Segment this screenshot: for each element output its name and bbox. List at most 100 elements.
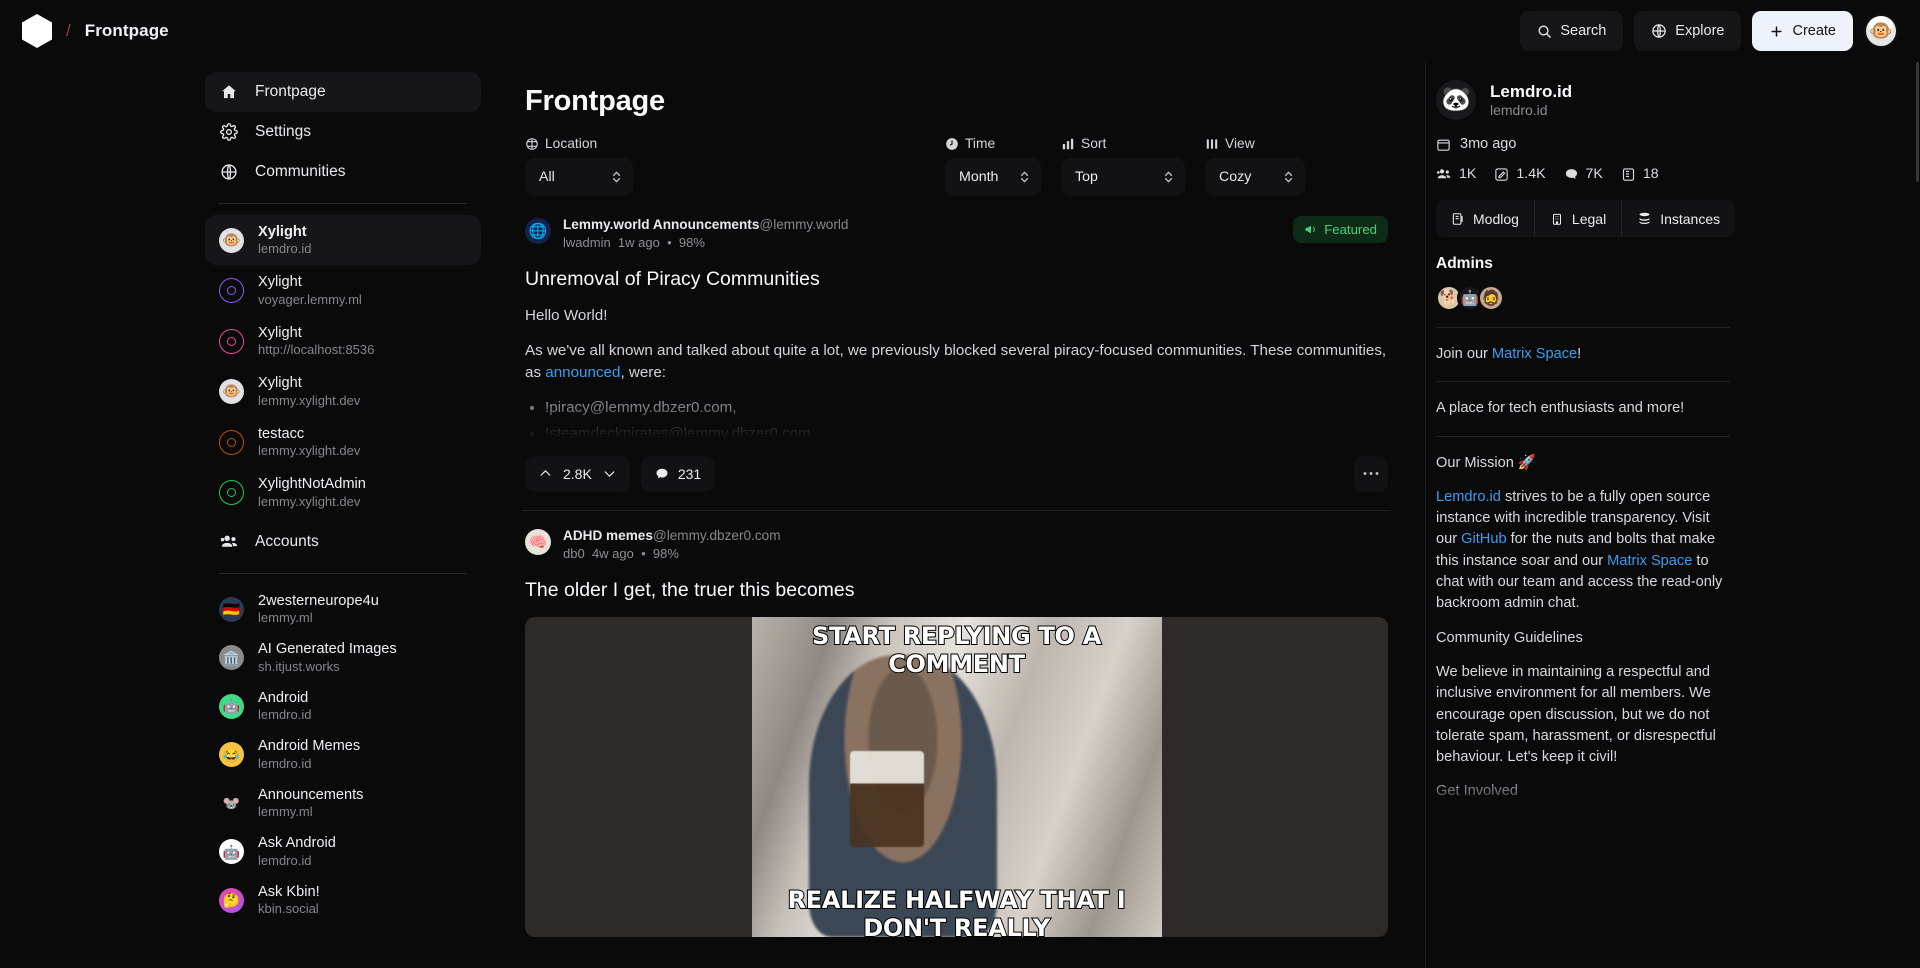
modlog-label: Modlog (1473, 210, 1519, 227)
sidebar-account-xylight-lemdroid[interactable]: 🐵 Xylight lemdro.id (205, 215, 481, 266)
comments-button[interactable]: 231 (640, 455, 716, 492)
sidebar-account-xylight-localhost[interactable]: Xylight http://localhost:8536 (205, 316, 481, 366)
post-more-button[interactable] (1354, 455, 1388, 492)
create-button-label: Create (1792, 23, 1836, 39)
instance-stats: 1K 1.4K 7K 18 (1436, 166, 1730, 182)
matrix-text-b: ! (1577, 346, 1582, 362)
sidebar-account-xylight-xylightdev[interactable]: 🐵 Xylight lemmy.xylight.dev (205, 366, 481, 416)
post-separator (522, 509, 1391, 511)
create-button[interactable]: Create (1752, 11, 1853, 51)
explore-button[interactable]: Explore (1634, 11, 1742, 51)
community-instance: lemmy.ml (258, 804, 313, 820)
time-select[interactable]: Month (945, 158, 1041, 196)
post-community-name[interactable]: Lemmy.world Announcements (563, 217, 759, 232)
post-card[interactable]: 🌐 Lemmy.world Announcements@lemmy.world … (522, 216, 1391, 492)
community-avatar: 🤖 (219, 839, 244, 865)
post-image[interactable]: START REPLYING TO A COMMENT REALIZE HALF… (525, 616, 1388, 937)
post-community-avatar-emoji: 🌐 (528, 223, 548, 240)
filter-location-head: Location (525, 136, 945, 151)
matrix-text-a: Join our (1436, 346, 1492, 362)
modlog-button[interactable]: Modlog (1436, 200, 1535, 237)
community-avatar-emoji: 🤖 (222, 843, 241, 860)
ellipsis-icon (1363, 471, 1379, 476)
filter-bar: Location All Time Month Sort Top View Co… (522, 136, 1391, 196)
matrix-space-link-2[interactable]: Matrix Space (1607, 553, 1692, 569)
view-select[interactable]: Cozy (1205, 158, 1305, 196)
announced-link[interactable]: announced (545, 364, 620, 381)
featured-badge-label: Featured (1324, 222, 1377, 237)
instances-label: Instances (1660, 210, 1721, 227)
location-select[interactable]: All (525, 158, 633, 196)
sidebar-account-xylightnotadmin[interactable]: XylightNotAdmin lemmy.xylight.dev (205, 467, 481, 517)
account-text: Xylight lemdro.id (258, 223, 311, 257)
post-community-name[interactable]: ADHD memes (563, 528, 653, 543)
sort-select[interactable]: Top (1061, 158, 1185, 196)
post-card[interactable]: 🧠 ADHD memes@lemmy.dbzer0.com db0 4w ago… (522, 527, 1391, 937)
left-sidebar: Frontpage Settings Communities 🐵 Xylight… (0, 62, 505, 968)
sidebar-community-android-memes[interactable]: 😂 Android Memes lemdro.id (205, 730, 481, 778)
sidebar-community-ask-android[interactable]: 🤖 Ask Android lemdro.id (205, 827, 481, 875)
post-community-avatar[interactable]: 🧠 (525, 528, 551, 555)
community-instance: sh.itjust.works (258, 658, 340, 674)
admin-avatar[interactable]: 🧔 (1478, 285, 1504, 311)
sidebar-community-ai-generated-images[interactable]: 🏛️ AI Generated Images sh.itjust.works (205, 633, 481, 681)
filter-sort: Sort Top (1061, 136, 1185, 196)
sidebar-community-announcements[interactable]: 🐭 Announcements lemmy.ml (205, 779, 481, 827)
post-community-avatar[interactable]: 🌐 (525, 218, 551, 244)
community-name: Android (258, 689, 309, 706)
community-avatar: 😂 (219, 742, 244, 768)
post-author[interactable]: db0 (563, 546, 585, 561)
avatar[interactable]: 🐵 (1864, 14, 1898, 48)
breadcrumb-title: Frontpage (84, 21, 169, 40)
sidebar-item-communities[interactable]: Communities (205, 152, 481, 192)
community-avatar-emoji: 🤔 (222, 892, 241, 909)
hexagon-logo-icon[interactable] (22, 14, 52, 48)
explore-button-label: Explore (1675, 23, 1725, 39)
community-text: Announcements lemmy.ml (258, 786, 363, 820)
community-avatar: 🤖 (219, 693, 244, 719)
sidebar-item-settings[interactable]: Settings (205, 112, 481, 152)
community-avatar: 🇩🇪 (219, 596, 244, 622)
lemdroid-link[interactable]: Lemdro.id (1436, 489, 1501, 505)
github-link[interactable]: GitHub (1461, 531, 1506, 547)
home-icon (219, 82, 239, 102)
account-text: Xylight voyager.lemmy.ml (258, 273, 362, 307)
sidebar-account-xylight-voyager[interactable]: Xylight voyager.lemmy.ml (205, 265, 481, 315)
community-avatar: 🏛️ (219, 645, 244, 671)
vote-control[interactable]: 2.8K (525, 455, 630, 492)
scrollbar-thumb[interactable] (1916, 62, 1919, 182)
matrix-space-link[interactable]: Matrix Space (1492, 346, 1577, 362)
community-instance: lemdro.id (258, 852, 312, 868)
account-name: Xylight (258, 274, 302, 291)
right-divider-3 (1436, 435, 1730, 437)
mission-heading: Our Mission 🚀 (1436, 454, 1537, 471)
downvote-icon[interactable] (603, 467, 616, 480)
account-avatar (219, 328, 244, 354)
sidebar-community-android[interactable]: 🤖 Android lemdro.id (205, 682, 481, 730)
post-meta-line2: db0 4w ago • 98% (563, 545, 781, 563)
sidebar-item-accounts[interactable]: Accounts (205, 522, 481, 562)
sidebar-account-testacc[interactable]: testacc lemmy.xylight.dev (205, 417, 481, 467)
page-scrollbar[interactable] (1915, 62, 1920, 968)
account-name: testacc (258, 425, 305, 442)
instances-button[interactable]: Instances (1622, 200, 1735, 237)
post-title[interactable]: The older I get, the truer this becomes (525, 579, 1388, 602)
post-title[interactable]: Unremoval of Piracy Communities (525, 268, 1388, 291)
search-button[interactable]: Search (1520, 11, 1624, 51)
upvote-icon[interactable] (539, 467, 552, 480)
account-avatar-emoji: 🐵 (222, 231, 241, 249)
filter-sort-label: Sort (1081, 136, 1107, 151)
post-author[interactable]: lwadmin (563, 235, 611, 250)
comment-count: 231 (677, 465, 702, 482)
sidebar-item-frontpage[interactable]: Frontpage (205, 72, 481, 112)
sidebar-community-2westerneurope4u[interactable]: 🇩🇪 2westerneurope4u lemmy.ml (205, 585, 481, 633)
legal-button[interactable]: Legal (1535, 200, 1623, 237)
instance-avatar-emoji: 🐼 (1441, 86, 1471, 113)
post-meta: ADHD memes@lemmy.dbzer0.com db0 4w ago •… (563, 527, 781, 563)
sidebar-community-ask-kbin[interactable]: 🤔 Ask Kbin! kbin.social (205, 876, 481, 924)
location-select-wrap: All (525, 158, 633, 196)
building-icon (1550, 212, 1564, 226)
stat-posts: 1.4K (1494, 166, 1546, 182)
account-text: XylightNotAdmin lemmy.xylight.dev (258, 475, 366, 509)
book-icon (1451, 212, 1465, 226)
